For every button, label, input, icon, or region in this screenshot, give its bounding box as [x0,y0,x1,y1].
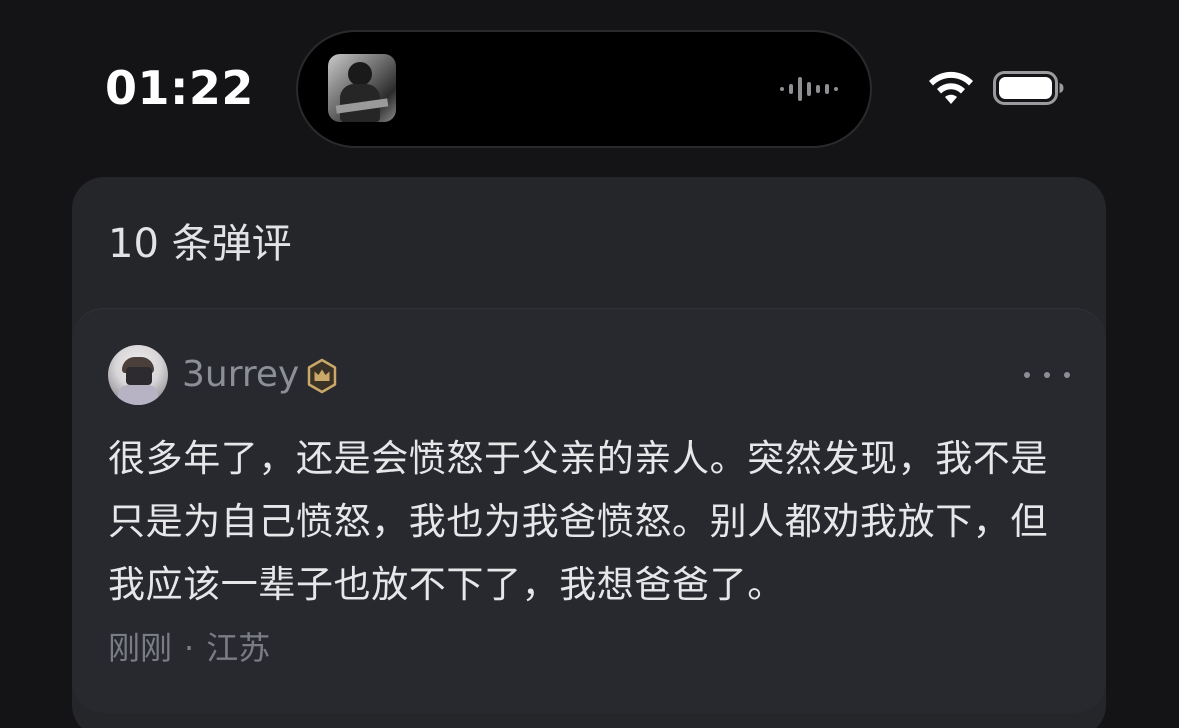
phone-screen: 01:22 10 条弹评 3urrey 很多年了，还是会愤怒于父亲的亲人。突然发… [0,0,1179,728]
crown-badge-icon [307,358,337,394]
more-horizontal-icon[interactable] [1024,365,1070,385]
audio-waveform-icon [780,76,838,102]
comment-time: 刚刚 [108,629,173,667]
album-art[interactable] [328,54,396,122]
panel-title: 10 条弹评 [108,221,292,267]
comment-item[interactable]: 3urrey 很多年了，还是会愤怒于父亲的亲人。突然发现，我不是只是为自己愤怒，… [72,309,1106,713]
dynamic-island-now-playing[interactable] [298,32,870,146]
comment-location: 江苏 [206,629,271,667]
comments-panel: 10 条弹评 3urrey 很多年了，还是会愤怒于父亲的亲人。突然发现，我不是只… [72,177,1106,728]
comment-text: 很多年了，还是会愤怒于父亲的亲人。突然发现，我不是只是为自己愤怒，我也为我爸愤怒… [108,437,1048,606]
wifi-icon [929,71,973,104]
avatar[interactable] [108,345,168,405]
status-time: 01:22 [105,61,254,115]
comment-meta: 刚刚 · 江苏 [108,625,270,671]
battery-icon [993,71,1064,105]
meta-separator: · [184,629,195,667]
comment-username[interactable]: 3urrey [182,349,299,401]
